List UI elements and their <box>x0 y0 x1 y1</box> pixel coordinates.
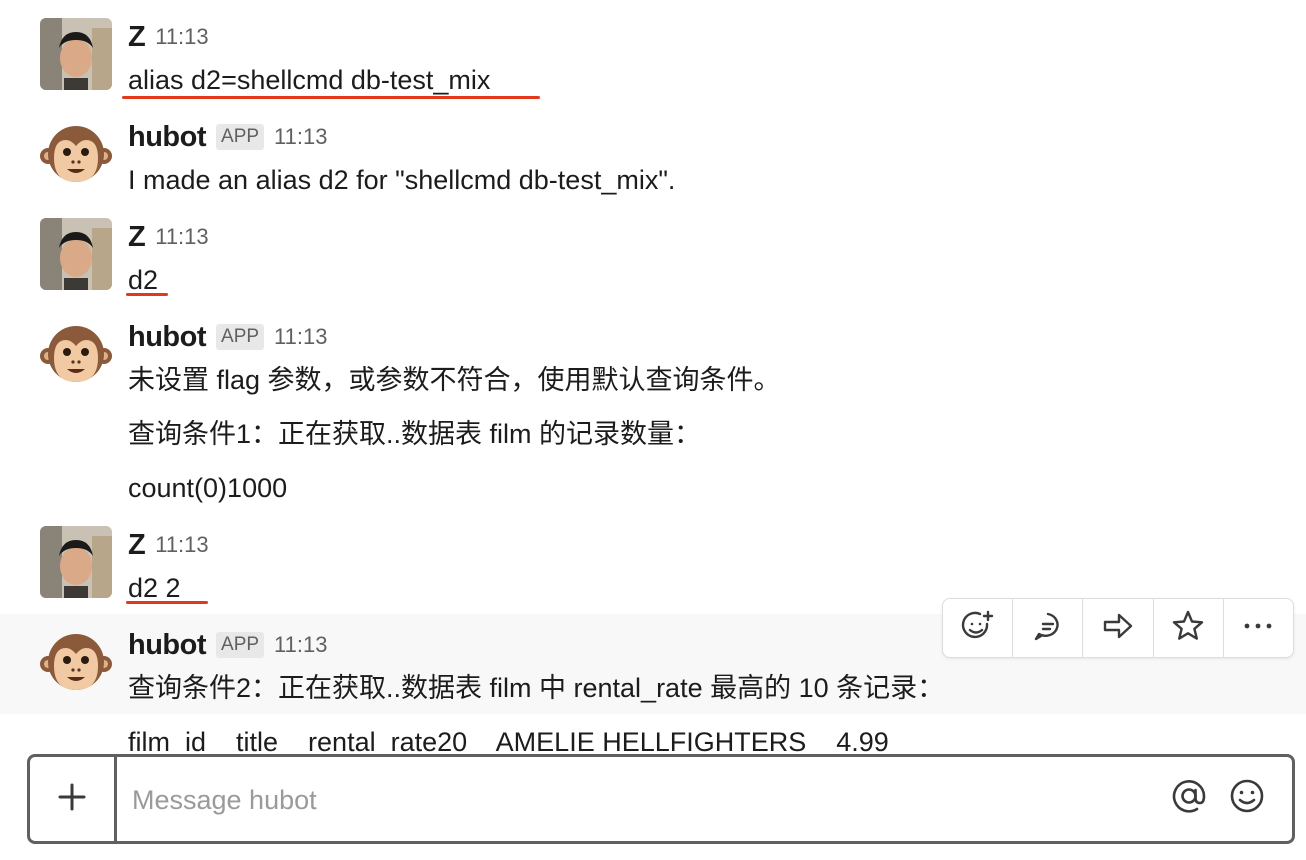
avatar-hubot[interactable] <box>40 626 112 698</box>
sender-name[interactable]: Z <box>128 21 146 54</box>
timestamp[interactable]: 11:13 <box>155 224 208 250</box>
avatar-hubot[interactable] <box>40 318 112 390</box>
sender-name[interactable]: hubot <box>128 121 207 154</box>
message-text: d2 <box>128 265 159 295</box>
start-thread-icon <box>1031 609 1065 648</box>
save-message-button[interactable] <box>1154 599 1224 657</box>
emoji-button[interactable] <box>1226 777 1268 819</box>
avatar-hubot[interactable] <box>40 118 112 190</box>
sender-name[interactable]: hubot <box>128 629 207 662</box>
message-text: d2 2 <box>128 573 181 603</box>
message-text: count(0)1000 <box>128 473 288 503</box>
message-text: 查询条件1：正在获取..数据表 film 的记录数量： <box>128 419 702 449</box>
avatar-z[interactable] <box>40 218 112 290</box>
plus-icon <box>57 782 87 817</box>
message-input[interactable] <box>130 775 1154 825</box>
app-badge: APP <box>216 632 265 658</box>
emoji-icon <box>1228 777 1266 820</box>
timestamp[interactable]: 11:13 <box>274 632 327 658</box>
message-text: 查询条件2：正在获取..数据表 film 中 rental_rate 最高的 1… <box>128 673 945 703</box>
annotation-underline <box>126 293 168 296</box>
message-text: I made an alias d2 for "shellcmd db-test… <box>128 165 676 195</box>
add-reaction-button[interactable] <box>943 599 1014 657</box>
app-badge: APP <box>216 324 265 350</box>
start-thread-button[interactable] <box>1013 599 1084 657</box>
share-message-button[interactable] <box>1083 599 1154 657</box>
attach-button[interactable] <box>30 757 117 841</box>
add-reaction-icon <box>961 609 995 648</box>
app-badge: APP <box>216 124 265 150</box>
sender-name[interactable]: Z <box>128 221 146 254</box>
annotation-underline <box>122 96 540 99</box>
timestamp[interactable]: 11:13 <box>274 124 327 150</box>
sender-name[interactable]: hubot <box>128 321 207 354</box>
message-composer <box>27 754 1295 844</box>
avatar-z[interactable] <box>40 18 112 90</box>
more-actions-button[interactable] <box>1224 599 1293 657</box>
avatar-z[interactable] <box>40 526 112 598</box>
at-mention-icon <box>1170 777 1208 820</box>
sender-name[interactable]: Z <box>128 529 146 562</box>
timestamp[interactable]: 11:13 <box>155 532 208 558</box>
share-message-icon <box>1101 609 1135 648</box>
annotation-underline <box>126 601 208 604</box>
message-text: alias d2=shellcmd db-test_mix <box>128 65 491 95</box>
timestamp[interactable]: 11:13 <box>155 24 208 50</box>
message-actions-toolbar <box>942 598 1294 658</box>
mention-button[interactable] <box>1168 777 1210 819</box>
save-star-icon <box>1171 609 1205 648</box>
more-actions-icon <box>1241 609 1275 648</box>
message-text: 未设置 flag 参数，或参数不符合，使用默认查询条件。 <box>128 365 781 395</box>
timestamp[interactable]: 11:13 <box>274 324 327 350</box>
